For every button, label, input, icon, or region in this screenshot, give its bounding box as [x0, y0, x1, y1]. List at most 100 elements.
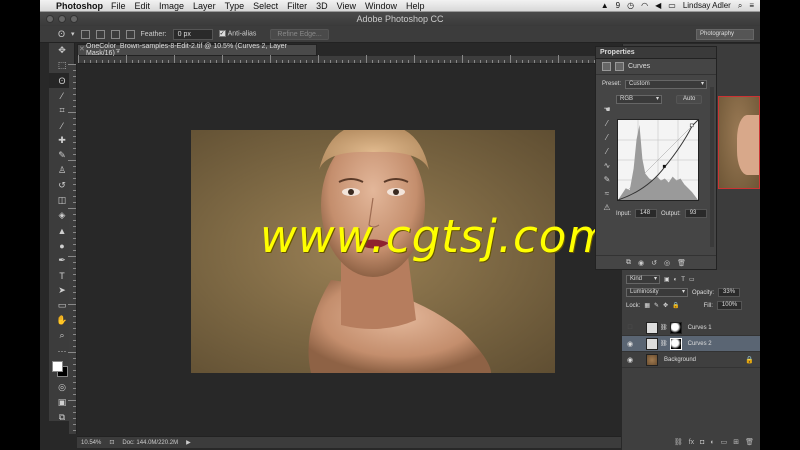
- opacity-input[interactable]: 33%: [718, 288, 741, 297]
- status-menu-icon[interactable]: ▶: [186, 439, 191, 446]
- subtract-selection-icon[interactable]: [110, 29, 120, 39]
- wifi-icon[interactable]: ◠: [641, 1, 648, 10]
- lock-brush-icon[interactable]: ✎: [654, 302, 659, 309]
- chain-link-icon[interactable]: ⛓: [660, 324, 668, 331]
- filter-kind-select[interactable]: Kind: [626, 275, 660, 284]
- preset-select[interactable]: Custom: [625, 79, 708, 89]
- reset-icon[interactable]: ↺: [651, 259, 657, 267]
- filter-pixel-icon[interactable]: ▣: [664, 276, 670, 283]
- fill-input[interactable]: 100%: [716, 301, 743, 310]
- minimize-window-button[interactable]: [58, 15, 66, 23]
- smooth-icon[interactable]: ≈: [600, 189, 614, 203]
- menu-view[interactable]: View: [337, 1, 356, 11]
- vertical-ruler[interactable]: [68, 64, 77, 434]
- blend-mode-select[interactable]: Luminosity: [626, 288, 688, 297]
- channel-select[interactable]: RGB: [616, 94, 662, 104]
- lock-all-icon[interactable]: 🔒: [672, 302, 679, 309]
- layer-curves-1[interactable]: □ ⛓ Curves 1: [622, 320, 760, 336]
- menu-file[interactable]: File: [111, 1, 126, 11]
- feather-input[interactable]: 0 px: [172, 28, 213, 40]
- new-adjustment-icon[interactable]: ◐: [710, 439, 714, 446]
- black-point-eyedropper-icon[interactable]: ⁄: [600, 119, 614, 133]
- view-previous-icon[interactable]: ◉: [638, 259, 644, 267]
- menu-layer[interactable]: Layer: [193, 1, 216, 11]
- spotlight-icon[interactable]: ⌕: [738, 1, 742, 11]
- layer-style-icon[interactable]: fx: [689, 439, 694, 446]
- clock-icon[interactable]: ◷: [627, 1, 634, 10]
- antialias-checkbox[interactable]: ✓ Anti-alias: [218, 30, 256, 38]
- delete-layer-icon[interactable]: 🗑: [745, 438, 754, 446]
- close-window-button[interactable]: [46, 15, 54, 23]
- intersect-selection-icon[interactable]: [125, 29, 135, 39]
- menu-3d[interactable]: 3D: [316, 1, 328, 11]
- menu-app-name[interactable]: Photoshop: [56, 1, 103, 11]
- menu-select[interactable]: Select: [253, 1, 278, 11]
- filter-type-icon[interactable]: T: [681, 277, 685, 283]
- lock-icon[interactable]: 🔒: [745, 356, 754, 364]
- layer-mask-icon[interactable]: [615, 62, 624, 71]
- lasso-icon[interactable]: ʘ: [58, 29, 65, 39]
- trash-icon[interactable]: 🗑: [677, 259, 686, 267]
- white-point-eyedropper-icon[interactable]: ⁄: [600, 147, 614, 161]
- curve-point[interactable]: [662, 164, 666, 168]
- layer-curves-2[interactable]: ◉ ⛓ Curves 2: [622, 336, 760, 352]
- menu-window[interactable]: Window: [365, 1, 397, 11]
- battery-icon[interactable]: ▭: [668, 1, 676, 10]
- foreground-color-swatch[interactable]: [52, 361, 63, 372]
- new-group-icon[interactable]: ▭: [721, 438, 728, 446]
- layer-background[interactable]: ◉ Background 🔒: [622, 352, 760, 368]
- output-field[interactable]: 93: [684, 209, 707, 218]
- properties-scrollbar[interactable]: [710, 87, 714, 247]
- auto-button[interactable]: Auto: [676, 94, 703, 104]
- chain-link-icon[interactable]: ⛓: [660, 340, 668, 347]
- document-tab[interactable]: ✕ OneColor_Brown-samples-8-Edit-2.tif @ …: [77, 43, 317, 57]
- pencil-icon[interactable]: ✎: [600, 175, 614, 189]
- link-layers-icon[interactable]: ⛓: [674, 438, 683, 446]
- clip-to-layer-icon[interactable]: ⧉: [626, 259, 631, 267]
- curve-point[interactable]: [689, 123, 694, 128]
- properties-header[interactable]: Properties: [596, 47, 716, 59]
- menu-help[interactable]: Help: [406, 1, 425, 11]
- filter-adjust-icon[interactable]: ◐: [674, 277, 678, 283]
- zoom-level[interactable]: 10.54%: [81, 440, 101, 446]
- visibility-eye-icon[interactable]: ◎: [664, 259, 670, 267]
- volume-icon[interactable]: ◀: [655, 1, 661, 10]
- list-icon[interactable]: ≡: [749, 1, 754, 10]
- gray-point-eyedropper-icon[interactable]: ⁄: [600, 133, 614, 147]
- close-tab-icon[interactable]: ✕: [79, 45, 85, 53]
- navigator-thumbnail[interactable]: [718, 96, 760, 189]
- curve-edit-icon[interactable]: ∿: [600, 161, 614, 175]
- menu-filter[interactable]: Filter: [287, 1, 307, 11]
- dropdown-chevron-icon[interactable]: ▾: [71, 30, 75, 38]
- ruler-tick: [168, 60, 169, 63]
- user-name[interactable]: Lindsay Adler: [683, 1, 731, 10]
- adobe-icon[interactable]: ▲: [601, 1, 609, 10]
- menu-image[interactable]: Image: [159, 1, 184, 11]
- curves-graph[interactable]: [617, 119, 699, 201]
- canvas-area[interactable]: www.cgtsj.com: [77, 64, 621, 434]
- visibility-eye-icon[interactable]: ◉: [624, 340, 636, 348]
- layer-mask-thumbnail[interactable]: [669, 321, 682, 334]
- layer-mask-thumbnail[interactable]: [669, 337, 682, 350]
- new-layer-icon[interactable]: ⊞: [733, 438, 739, 446]
- menu-type[interactable]: Type: [225, 1, 245, 11]
- visibility-off-icon[interactable]: □: [624, 324, 636, 331]
- visibility-eye-icon[interactable]: ◉: [624, 356, 636, 364]
- lock-pixels-icon[interactable]: ▦: [644, 302, 650, 309]
- on-image-adjust-icon[interactable]: ☚: [600, 105, 614, 119]
- refine-edge-button[interactable]: Refine Edge...: [270, 28, 329, 40]
- curves-adjustment-icon[interactable]: [602, 62, 611, 71]
- add-selection-icon[interactable]: [95, 29, 105, 39]
- notification-badge[interactable]: 9: [616, 1, 620, 10]
- workspace-switcher[interactable]: Photography: [696, 29, 754, 40]
- input-field[interactable]: 148: [635, 209, 658, 218]
- zoom-window-button[interactable]: [70, 15, 78, 23]
- clipping-icon[interactable]: ⚠: [600, 203, 614, 217]
- horizontal-ruler[interactable]: [78, 55, 620, 64]
- add-mask-icon[interactable]: ◘: [700, 439, 704, 446]
- new-selection-icon[interactable]: [80, 29, 90, 39]
- lock-move-icon[interactable]: ✥: [663, 302, 668, 309]
- move-tool-icon[interactable]: ✥: [49, 43, 75, 58]
- menu-edit[interactable]: Edit: [135, 1, 151, 11]
- filter-shape-icon[interactable]: ▭: [689, 276, 695, 283]
